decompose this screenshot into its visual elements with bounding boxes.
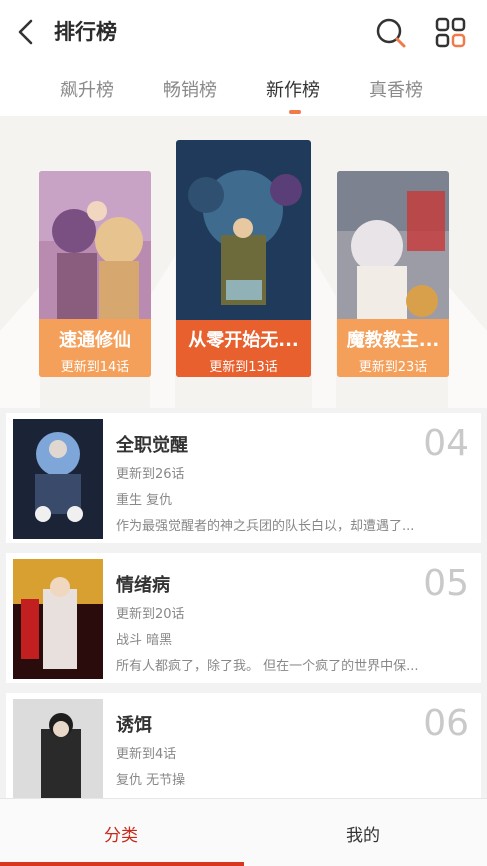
podium-title: 魔教教主... — [346, 330, 440, 351]
search-icon[interactable] — [373, 15, 409, 51]
tab-soaring[interactable]: 飙升榜 — [60, 76, 114, 102]
comic-title: 情绪病 — [116, 575, 170, 596]
nav-tab-mine[interactable]: 我的 — [346, 821, 380, 846]
genre-tags: 战斗 暗黑 — [116, 633, 173, 648]
tab-bestseller[interactable]: 畅销榜 — [163, 76, 217, 102]
tab-new-works[interactable]: 新作榜 — [266, 76, 320, 102]
podium-title: 速通修仙 — [59, 330, 131, 351]
active-nav-indicator — [0, 862, 244, 866]
rank-number: 04 — [423, 423, 469, 464]
update-status: 更新到20话 — [116, 607, 185, 622]
update-status: 更新到26话 — [116, 467, 185, 482]
bottom-nav: 分类 我的 — [0, 798, 487, 866]
rank-number: 05 — [423, 563, 469, 604]
podium-title: 从零开始无... — [188, 330, 299, 351]
podium-update: 更新到13话 — [209, 360, 278, 375]
podium-update: 更新到23话 — [358, 360, 428, 375]
list-item[interactable]: 情绪病 05 更新到20话 战斗 暗黑 所有人都疯了，除了我。 但在一个疯了的世… — [6, 553, 481, 683]
comic-title: 诱饵 — [116, 715, 152, 736]
top-three-podium: 速通修仙 更新到14话 从零开始无... 更新到13话 魔教教主... 更新到2… — [0, 116, 487, 408]
ranking-tabs: 飙升榜 畅销榜 新作榜 真香榜 — [0, 64, 487, 116]
list-item[interactable]: 诱饵 06 更新到4话 复仇 无节操 — [6, 693, 481, 798]
tab-fragrant[interactable]: 真香榜 — [369, 76, 423, 102]
podium-info-bar: 速通修仙 更新到14话 — [39, 319, 151, 377]
podium-info-bar: 从零开始无... 更新到13话 — [176, 320, 311, 377]
page-title: 排行榜 — [54, 20, 117, 44]
genre-tags: 复仇 无节操 — [116, 773, 186, 788]
cover-image — [13, 419, 103, 539]
comic-title: 全职觉醒 — [116, 435, 188, 456]
podium-card-1[interactable]: 从零开始无... 更新到13话 — [176, 140, 311, 377]
podium-card-2[interactable]: 速通修仙 更新到14话 — [39, 171, 151, 377]
nav-tab-category[interactable]: 分类 — [104, 821, 138, 846]
category-grid-icon[interactable] — [433, 15, 469, 51]
cover-image — [13, 699, 103, 798]
podium-card-3[interactable]: 魔教教主... 更新到23话 — [337, 171, 449, 377]
cover-image — [13, 559, 103, 679]
ranking-list: 全职觉醒 04 更新到26话 重生 复仇 作为最强觉醒者的神之兵团的队长白以，却… — [0, 408, 487, 798]
app-header: 排行榜 — [0, 0, 487, 64]
back-arrow-icon[interactable] — [14, 16, 40, 48]
comic-description: 作为最强觉醒者的神之兵团的队长白以，却遭遇了... — [116, 519, 415, 534]
active-tab-indicator — [289, 110, 301, 114]
comic-description: 所有人都疯了，除了我。 但在一个疯了的世界中保... — [116, 659, 419, 674]
genre-tags: 重生 复仇 — [116, 493, 173, 508]
rank-number: 06 — [423, 703, 469, 744]
podium-info-bar: 魔教教主... 更新到23话 — [337, 319, 449, 377]
update-status: 更新到4话 — [116, 747, 177, 762]
podium-update: 更新到14话 — [60, 360, 130, 375]
list-item[interactable]: 全职觉醒 04 更新到26话 重生 复仇 作为最强觉醒者的神之兵团的队长白以，却… — [6, 413, 481, 543]
